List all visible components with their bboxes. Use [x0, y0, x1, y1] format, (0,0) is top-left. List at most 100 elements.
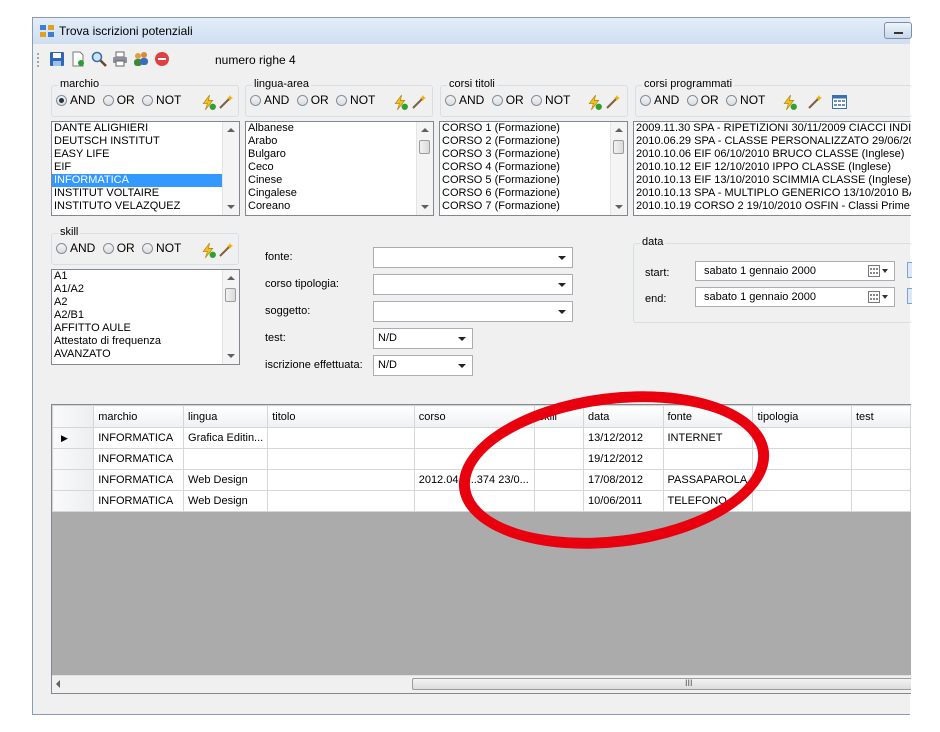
row-header[interactable] [52, 448, 95, 470]
corsi-titoli-not-radio[interactable] [531, 95, 543, 106]
lightning-icon[interactable] [200, 94, 217, 111]
magic-wand-icon[interactable] [411, 94, 427, 110]
list-item[interactable]: CORSO 1 (Formazione) [440, 122, 627, 135]
list-item[interactable]: Ceco [246, 161, 433, 174]
table-cell[interactable] [850, 490, 911, 512]
table-cell[interactable]: Web Design [183, 469, 269, 491]
list-item[interactable]: EIF [52, 161, 239, 174]
toolbar-grip[interactable] [37, 53, 41, 67]
skill-or-radio[interactable] [102, 243, 114, 254]
list-item[interactable]: Coreano [246, 200, 433, 213]
table-cell[interactable]: Grafica Editin... [183, 427, 269, 449]
skill-list-scrollbar[interactable] [222, 270, 239, 364]
soggetto-combo[interactable] [373, 301, 573, 322]
list-item[interactable]: Cinese [246, 174, 433, 187]
skill-list[interactable]: A1 A1/A2 A2 A2/B1 AFFITTO AULE Attestato di f… [51, 269, 240, 365]
start-date-picker[interactable]: sabato 1 gennaio 2000 [695, 261, 895, 281]
marchio-list-scrollbar[interactable] [222, 122, 239, 215]
table-cell[interactable]: INFORMATICA [93, 448, 185, 470]
list-item[interactable]: CORSO 3 (Formazione) [440, 148, 627, 161]
magic-wand-icon[interactable] [218, 94, 234, 110]
print-icon[interactable] [112, 51, 128, 67]
search-icon[interactable] [91, 51, 107, 67]
lightning-icon[interactable] [781, 94, 798, 111]
list-item[interactable]: Albanese [246, 122, 433, 135]
table-cell[interactable]: Web Design [183, 490, 269, 512]
table-cell[interactable] [183, 448, 269, 470]
table-cell[interactable]: INFORMATICA [93, 427, 185, 449]
marchio-or-radio[interactable] [102, 95, 114, 106]
test-combo[interactable]: N/D [373, 328, 473, 349]
end-date-picker[interactable]: sabato 1 gennaio 2000 [695, 287, 895, 307]
marchio-list[interactable]: DANTE ALIGHIERI DEUTSCH INSTITUT EASY LIFE… [51, 121, 240, 216]
grid-corner[interactable] [52, 405, 95, 428]
corsi-programmati-or-radio[interactable] [686, 95, 698, 106]
corsi-programmati-and-radio[interactable] [640, 95, 651, 106]
lingua-list-scrollbar[interactable] [416, 122, 433, 215]
scroll-left-icon[interactable] [56, 680, 60, 688]
row-header[interactable] [52, 490, 95, 512]
list-item[interactable]: CORSO 4 (Formazione) [440, 161, 627, 174]
list-item[interactable]: DANTE ALIGHIERI [52, 122, 239, 135]
calendar-dropdown-icon[interactable] [868, 291, 890, 303]
column-header-marchio[interactable]: marchio [93, 405, 185, 428]
list-item[interactable]: 2010.10.06 EIF 06/10/2010 BRUCO CLASSE (… [634, 148, 911, 161]
lingua-list[interactable]: Albanese Arabo Bulgaro Ceco Cinese Cingalese C… [245, 121, 434, 216]
row-header[interactable]: ▶ [52, 427, 95, 449]
list-item[interactable]: 2010.10.13 SPA - MULTIPLO GENERICO 13/10… [634, 187, 911, 200]
corsi-titoli-list-scrollbar[interactable] [610, 122, 627, 215]
skill-not-radio[interactable] [142, 243, 154, 254]
iscrizione-effettuata-combo[interactable]: N/D [373, 355, 473, 376]
start-date-clear-button[interactable] [907, 262, 912, 278]
row-header[interactable] [52, 469, 95, 491]
table-cell[interactable] [267, 490, 415, 512]
corsi-programmati-list[interactable]: 2009.11.30 SPA - RIPETIZIONI 30/11/2009 … [633, 121, 911, 216]
end-date-clear-button[interactable] [907, 288, 912, 304]
magic-wand-icon[interactable] [605, 94, 621, 110]
list-item[interactable]: INFORMATICA [52, 174, 239, 187]
table-cell[interactable] [267, 427, 415, 449]
list-item[interactable]: EASY LIFE [52, 148, 239, 161]
list-item[interactable]: INSTITUT VOLTAIRE [52, 187, 239, 200]
lingua-or-radio[interactable] [296, 95, 308, 106]
list-item[interactable]: Arabo [246, 135, 433, 148]
table-cell[interactable] [850, 427, 911, 449]
calendar-dropdown-icon[interactable] [868, 265, 890, 277]
magic-wand-icon[interactable] [807, 94, 823, 110]
list-item[interactable]: A1 [52, 270, 239, 283]
marchio-and-radio[interactable] [56, 95, 67, 106]
list-item[interactable]: CORSO 6 (Formazione) [440, 187, 627, 200]
magic-wand-icon[interactable] [218, 242, 234, 258]
list-item[interactable]: A2 [52, 296, 239, 309]
scroll-thumb[interactable]: III [412, 678, 911, 690]
list-item[interactable]: A1/A2 [52, 283, 239, 296]
lightning-icon[interactable] [586, 94, 603, 111]
corsi-titoli-and-radio[interactable] [445, 95, 456, 106]
list-item[interactable]: CORSO 5 (Formazione) [440, 174, 627, 187]
lightning-icon[interactable] [200, 242, 217, 259]
list-item[interactable]: INSTITUTO VELAZQUEZ [52, 200, 239, 213]
list-item[interactable]: 2010.10.19 CORSO 2 19/10/2010 OSFIN - Cl… [634, 200, 911, 213]
lingua-and-radio[interactable] [250, 95, 261, 106]
list-item[interactable]: Bulgaro [246, 148, 433, 161]
skill-and-radio[interactable] [56, 243, 67, 254]
save-icon[interactable] [49, 51, 65, 67]
list-item[interactable]: 2010.10.13 EIF 13/10/2010 SCIMMIA CLASSE… [634, 174, 911, 187]
lightning-icon[interactable] [392, 94, 409, 111]
corsi-titoli-list[interactable]: CORSO 1 (Formazione) CORSO 2 (Formazione)… [439, 121, 628, 216]
list-item[interactable]: Attestato di frequenza [52, 335, 239, 348]
column-header-lingua[interactable]: lingua [183, 405, 269, 428]
corso-tipologia-combo[interactable] [373, 274, 573, 295]
close-icon[interactable] [154, 51, 170, 67]
list-item[interactable]: DEUTSCH INSTITUT [52, 135, 239, 148]
list-item[interactable]: CORSO 2 (Formazione) [440, 135, 627, 148]
table-cell[interactable] [850, 469, 911, 491]
column-header-test[interactable]: test [850, 405, 911, 428]
column-header-titolo[interactable]: titolo [267, 405, 415, 428]
new-document-icon[interactable] [70, 51, 86, 67]
corsi-titoli-or-radio[interactable] [491, 95, 503, 106]
list-item[interactable]: CORSO 7 (Formazione) [440, 200, 627, 213]
list-item[interactable]: 2009.11.30 SPA - RIPETIZIONI 30/11/2009 … [634, 122, 911, 135]
table-cell[interactable] [850, 448, 911, 470]
table-cell[interactable] [752, 490, 852, 512]
